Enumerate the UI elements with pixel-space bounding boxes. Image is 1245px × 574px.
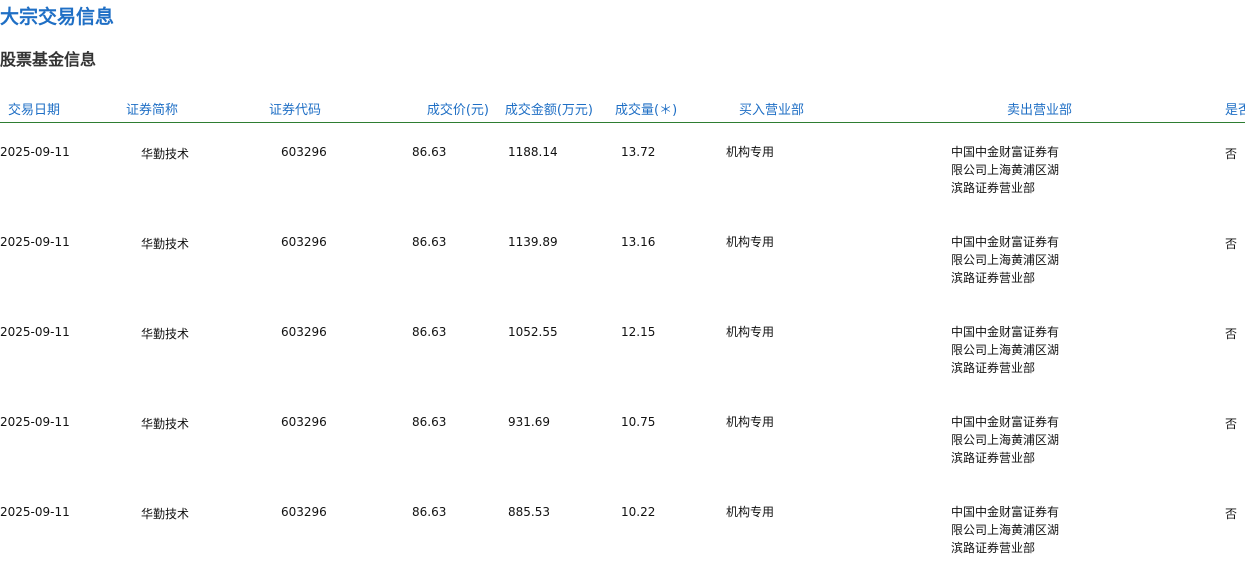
cell-buy: 机构专用	[726, 505, 775, 519]
cell-buy: 机构专用	[726, 325, 775, 339]
cell-flag: 否	[1225, 147, 1238, 161]
cell-flag: 否	[1225, 327, 1238, 341]
header-name[interactable]: 证券简称	[106, 94, 249, 123]
header-amount[interactable]: 成交金额(万元)	[493, 94, 601, 123]
cell-volume: 13.72	[621, 145, 656, 159]
cell-code: 603296	[281, 325, 327, 339]
cell-date: 2025-09-11	[0, 235, 70, 249]
header-price[interactable]: 成交价(元)	[379, 94, 493, 123]
table-row: 2025-09-11 华勤技术 603296 86.63 1139.89 13.…	[0, 213, 1245, 303]
cell-name: 华勤技术	[141, 417, 190, 431]
cell-volume: 10.22	[621, 505, 656, 519]
cell-buy: 机构专用	[726, 415, 775, 429]
header-sell[interactable]: 卖出营业部	[947, 94, 1225, 123]
cell-amount: 885.53	[508, 505, 550, 519]
cell-sell: 中国中金财富证券有限公司上海黄浦区湖滨路证券营业部	[951, 505, 1060, 555]
header-buy[interactable]: 买入营业部	[723, 94, 947, 123]
header-volume[interactable]: 成交量(＊)	[601, 94, 723, 123]
cell-price: 86.63	[412, 505, 447, 519]
header-date[interactable]: 交易日期	[0, 94, 106, 123]
page-title: 大宗交易信息	[0, 6, 115, 28]
table-row: 2025-09-11 华勤技术 603296 86.63 1188.14 13.…	[0, 123, 1245, 214]
cell-volume: 10.75	[621, 415, 656, 429]
cell-name: 华勤技术	[141, 507, 190, 521]
cell-price: 86.63	[412, 325, 447, 339]
cell-price: 86.63	[412, 145, 447, 159]
table-row: 2025-09-11 华勤技术 603296 86.63 885.53 10.2…	[0, 483, 1245, 573]
cell-code: 603296	[281, 415, 327, 429]
cell-code: 603296	[281, 505, 327, 519]
block-trade-table: 交易日期 证券简称 证券代码 成交价(元) 成交金额(万元) 成交量(＊) 买入…	[0, 94, 1245, 573]
cell-amount: 931.69	[508, 415, 550, 429]
cell-price: 86.63	[412, 415, 447, 429]
table-header-row: 交易日期 证券简称 证券代码 成交价(元) 成交金额(万元) 成交量(＊) 买入…	[0, 94, 1245, 123]
cell-date: 2025-09-11	[0, 145, 70, 159]
section-title: 股票基金信息	[0, 50, 97, 69]
cell-date: 2025-09-11	[0, 505, 70, 519]
cell-flag: 否	[1225, 507, 1238, 521]
cell-volume: 12.15	[621, 325, 656, 339]
header-code[interactable]: 证券代码	[249, 94, 379, 123]
cell-code: 603296	[281, 235, 327, 249]
cell-price: 86.63	[412, 235, 447, 249]
cell-date: 2025-09-11	[0, 415, 70, 429]
cell-name: 华勤技术	[141, 237, 190, 251]
cell-code: 603296	[281, 145, 327, 159]
cell-date: 2025-09-11	[0, 325, 70, 339]
cell-flag: 否	[1225, 237, 1238, 251]
cell-flag: 否	[1225, 417, 1238, 431]
cell-name: 华勤技术	[141, 327, 190, 341]
cell-amount: 1139.89	[508, 235, 558, 249]
cell-name: 华勤技术	[141, 147, 190, 161]
cell-amount: 1052.55	[508, 325, 558, 339]
cell-volume: 13.16	[621, 235, 656, 249]
header-flag[interactable]: 是否为专场	[1225, 94, 1245, 123]
cell-sell: 中国中金财富证券有限公司上海黄浦区湖滨路证券营业部	[951, 415, 1060, 465]
cell-buy: 机构专用	[726, 145, 775, 159]
table-row: 2025-09-11 华勤技术 603296 86.63 1052.55 12.…	[0, 303, 1245, 393]
cell-sell: 中国中金财富证券有限公司上海黄浦区湖滨路证券营业部	[951, 235, 1060, 285]
cell-sell: 中国中金财富证券有限公司上海黄浦区湖滨路证券营业部	[951, 325, 1060, 375]
cell-buy: 机构专用	[726, 235, 775, 249]
cell-amount: 1188.14	[508, 145, 558, 159]
table-row: 2025-09-11 华勤技术 603296 86.63 931.69 10.7…	[0, 393, 1245, 483]
cell-sell: 中国中金财富证券有限公司上海黄浦区湖滨路证券营业部	[951, 145, 1060, 195]
